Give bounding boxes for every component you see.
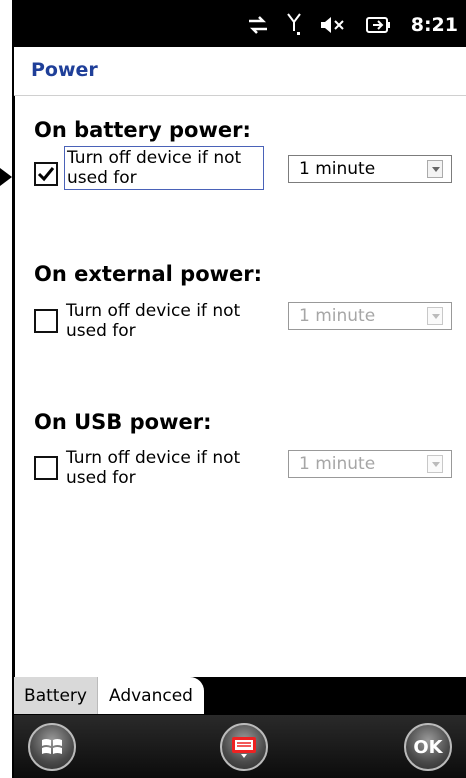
battery-timeout-dropdown[interactable]: 1 minute — [288, 155, 452, 183]
battery-charging-icon[interactable] — [365, 15, 393, 35]
usb-checkbox-label[interactable]: Turn off device if not used for — [64, 447, 264, 489]
external-checkbox-label[interactable]: Turn off device if not used for — [64, 300, 264, 342]
volume-muted-icon[interactable] — [319, 15, 347, 35]
title-bar: Power — [14, 47, 466, 96]
status-bar: 8:21 — [14, 0, 466, 47]
battery-checkbox-label[interactable]: Turn off device if not used for — [64, 146, 264, 190]
tab-advanced[interactable]: Advanced — [98, 677, 204, 714]
keyboard-button[interactable] — [220, 723, 268, 771]
usb-checkbox[interactable] — [34, 456, 58, 480]
windows-start-icon[interactable] — [28, 723, 76, 771]
external-timeout-dropdown[interactable]: 1 minute — [288, 302, 452, 330]
dropdown-arrow-icon[interactable] — [427, 455, 443, 473]
softkey-bar: OK — [14, 715, 466, 778]
dropdown-value: 1 minute — [299, 454, 376, 474]
dropdown-value: 1 minute — [299, 306, 376, 326]
dropdown-value: 1 minute — [299, 159, 376, 179]
checkmark-icon — [37, 167, 55, 182]
page-title: Power — [31, 59, 98, 81]
section-heading: On battery power: — [34, 118, 251, 142]
keyboard-icon — [232, 737, 256, 758]
tab-strip: Battery Advanced — [14, 677, 466, 715]
left-frame-border — [12, 0, 15, 778]
external-checkbox[interactable] — [34, 309, 58, 333]
clock[interactable]: 8:21 — [411, 14, 458, 36]
usb-timeout-dropdown[interactable]: 1 minute — [288, 450, 452, 478]
signal-icon[interactable] — [286, 13, 301, 37]
callout-pointer-icon — [0, 168, 12, 186]
dropdown-arrow-icon[interactable] — [427, 307, 443, 325]
tab-battery[interactable]: Battery — [14, 677, 98, 714]
section-heading: On USB power: — [34, 410, 212, 434]
battery-checkbox[interactable] — [34, 162, 58, 186]
dropdown-arrow-icon[interactable] — [427, 160, 443, 178]
section-heading: On external power: — [34, 262, 263, 286]
ok-button[interactable]: OK — [404, 723, 452, 771]
connectivity-icon[interactable] — [247, 15, 269, 35]
